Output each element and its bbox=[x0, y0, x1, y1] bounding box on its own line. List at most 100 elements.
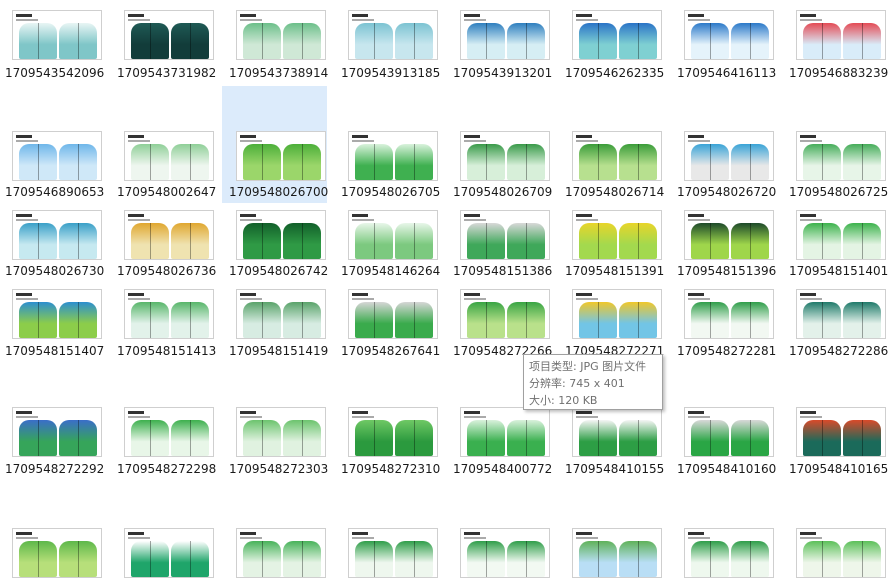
file-name[interactable]: 1709548410160 bbox=[677, 462, 776, 476]
thumbnail-caption-mark bbox=[576, 298, 598, 300]
file-name[interactable]: 1709548151419 bbox=[229, 344, 328, 358]
file-name[interactable]: 1709548400772 bbox=[453, 462, 552, 476]
file-name[interactable]: 1709548026742 bbox=[229, 264, 328, 278]
file-thumbnail[interactable] bbox=[460, 210, 550, 260]
file-name[interactable]: 1709543913201 bbox=[453, 66, 552, 80]
file-name[interactable]: 1709548026700 bbox=[229, 185, 328, 199]
file-name[interactable]: 1709548026720 bbox=[677, 185, 776, 199]
file-name[interactable]: 1709543913185 bbox=[341, 66, 440, 80]
file-name[interactable]: 1709543731982 bbox=[117, 66, 216, 80]
file-thumbnail[interactable] bbox=[236, 131, 326, 181]
file-name[interactable]: 1709548410155 bbox=[565, 462, 664, 476]
file-name[interactable]: 1709548272310 bbox=[341, 462, 440, 476]
file-name[interactable]: 1709548272303 bbox=[229, 462, 328, 476]
file-name[interactable]: 1709546883239 bbox=[789, 66, 888, 80]
file-thumbnail[interactable] bbox=[12, 210, 102, 260]
file-thumbnail[interactable] bbox=[348, 10, 438, 60]
file-name[interactable]: 1709543542096 bbox=[5, 66, 104, 80]
file-thumbnail[interactable] bbox=[12, 528, 102, 578]
file-name[interactable]: 1709543738914 bbox=[229, 66, 328, 80]
vest-zipper bbox=[822, 302, 823, 338]
file-name[interactable]: 1709548026730 bbox=[5, 264, 104, 278]
file-name[interactable]: 1709548151386 bbox=[453, 264, 552, 278]
vest-zipper bbox=[638, 23, 639, 59]
file-thumbnail[interactable] bbox=[572, 289, 662, 339]
thumbnail-caption-mark bbox=[688, 537, 710, 539]
file-thumbnail[interactable] bbox=[236, 407, 326, 457]
thumbnail-header-mark bbox=[240, 214, 256, 217]
file-thumbnail[interactable] bbox=[796, 10, 886, 60]
file-name[interactable]: 1709548272298 bbox=[117, 462, 216, 476]
file-thumbnail[interactable] bbox=[124, 131, 214, 181]
file-thumbnail[interactable] bbox=[124, 210, 214, 260]
thumbnail-header-mark bbox=[16, 411, 32, 414]
file-thumbnail[interactable] bbox=[572, 131, 662, 181]
file-thumbnail[interactable] bbox=[796, 289, 886, 339]
thumbnail-header-mark bbox=[800, 532, 816, 535]
vest-zipper bbox=[598, 223, 599, 259]
thumbnail-header-mark bbox=[688, 411, 704, 414]
file-thumbnail[interactable] bbox=[348, 131, 438, 181]
thumbnail-header-mark bbox=[352, 214, 368, 217]
file-name[interactable]: 1709546890653 bbox=[5, 185, 104, 199]
file-thumbnail[interactable] bbox=[684, 528, 774, 578]
file-thumbnail[interactable] bbox=[348, 407, 438, 457]
file-thumbnail[interactable] bbox=[572, 10, 662, 60]
file-thumbnail[interactable] bbox=[460, 289, 550, 339]
thumbnail-header-mark bbox=[352, 532, 368, 535]
file-name[interactable]: 1709548026714 bbox=[565, 185, 664, 199]
file-name[interactable]: 1709548146264 bbox=[341, 264, 440, 278]
file-thumbnail[interactable] bbox=[124, 528, 214, 578]
file-thumbnail[interactable] bbox=[348, 289, 438, 339]
file-thumbnail[interactable] bbox=[460, 407, 550, 457]
file-thumbnail[interactable] bbox=[796, 131, 886, 181]
file-name[interactable]: 1709548267641 bbox=[341, 344, 440, 358]
file-thumbnail[interactable] bbox=[572, 407, 662, 457]
file-thumbnail[interactable] bbox=[796, 407, 886, 457]
file-thumbnail[interactable] bbox=[684, 289, 774, 339]
file-thumbnail[interactable] bbox=[236, 10, 326, 60]
file-name[interactable]: 1709548151413 bbox=[117, 344, 216, 358]
file-name[interactable]: 1709546416113 bbox=[677, 66, 776, 80]
file-thumbnail[interactable] bbox=[684, 10, 774, 60]
file-thumbnail[interactable] bbox=[124, 10, 214, 60]
file-thumbnail[interactable] bbox=[236, 210, 326, 260]
file-thumbnail[interactable] bbox=[348, 210, 438, 260]
file-name[interactable]: 1709548151391 bbox=[565, 264, 664, 278]
file-thumbnail[interactable] bbox=[572, 528, 662, 578]
file-thumbnail[interactable] bbox=[348, 528, 438, 578]
file-name[interactable]: 1709548026705 bbox=[341, 185, 440, 199]
file-name[interactable]: 1709548272281 bbox=[677, 344, 776, 358]
file-name[interactable]: 1709546262335 bbox=[565, 66, 664, 80]
file-thumbnail[interactable] bbox=[236, 289, 326, 339]
file-thumbnail[interactable] bbox=[236, 528, 326, 578]
file-name[interactable]: 1709548026725 bbox=[789, 185, 888, 199]
file-thumbnail[interactable] bbox=[12, 10, 102, 60]
file-thumbnail[interactable] bbox=[796, 528, 886, 578]
file-thumbnail[interactable] bbox=[124, 289, 214, 339]
file-thumbnail[interactable] bbox=[12, 131, 102, 181]
file-thumbnail[interactable] bbox=[796, 210, 886, 260]
file-name[interactable]: 1709548026709 bbox=[453, 185, 552, 199]
file-name[interactable]: 1709548410165 bbox=[789, 462, 888, 476]
vest-zipper bbox=[750, 420, 751, 456]
file-thumbnail[interactable] bbox=[684, 407, 774, 457]
file-thumbnail[interactable] bbox=[684, 210, 774, 260]
file-thumbnail[interactable] bbox=[12, 407, 102, 457]
thumbnail-caption-mark bbox=[352, 416, 374, 418]
file-thumbnail[interactable] bbox=[460, 10, 550, 60]
file-thumbnail[interactable] bbox=[572, 210, 662, 260]
file-thumbnail[interactable] bbox=[12, 289, 102, 339]
file-name[interactable]: 1709548272286 bbox=[789, 344, 888, 358]
file-thumbnail[interactable] bbox=[124, 407, 214, 457]
file-thumbnail[interactable] bbox=[460, 131, 550, 181]
file-name[interactable]: 1709548002647 bbox=[117, 185, 216, 199]
file-name[interactable]: 1709548151407 bbox=[5, 344, 104, 358]
file-name[interactable]: 1709548272292 bbox=[5, 462, 104, 476]
file-thumbnail[interactable] bbox=[460, 528, 550, 578]
file-name[interactable]: 1709548151401 bbox=[789, 264, 888, 278]
file-name[interactable]: 1709548026736 bbox=[117, 264, 216, 278]
file-name[interactable]: 1709548151396 bbox=[677, 264, 776, 278]
tooltip-resolution: 分辨率: 745 x 401 bbox=[529, 377, 625, 390]
file-thumbnail[interactable] bbox=[684, 131, 774, 181]
